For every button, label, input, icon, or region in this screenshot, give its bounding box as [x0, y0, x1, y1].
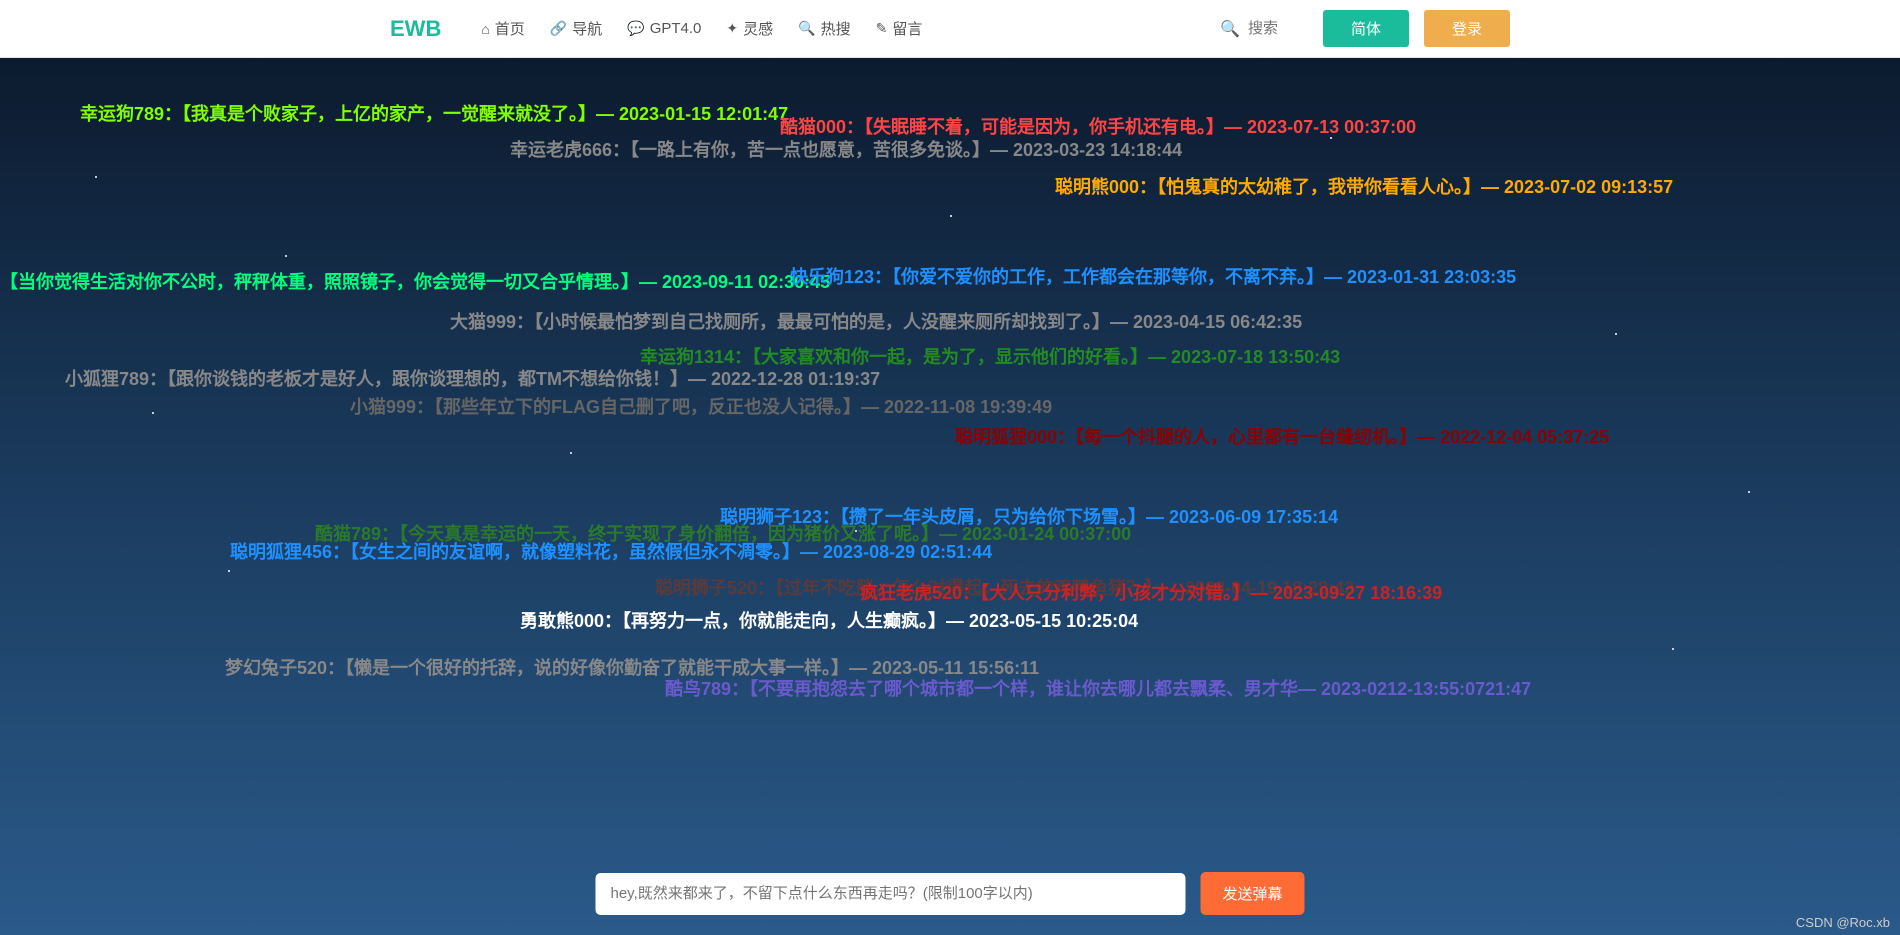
nav-label: 灵感	[743, 18, 773, 39]
nav-inspiration[interactable]: ✦ 灵感	[726, 18, 773, 39]
main-nav: ⌂ 首页 🔗 导航 💬 GPT4.0 ✦ 灵感 🔍 热搜 ✎ 留言	[481, 18, 922, 39]
nav-home[interactable]: ⌂ 首页	[481, 18, 524, 39]
danmu-item: 幸运老虎666：【一路上有你，苦一点也愿意，苦很多免谈。】— 2023-03-2…	[510, 136, 1182, 162]
danmu-item: 大猫999：【小时候最怕梦到自己找厕所，最最可怕的是，人没醒来厕所却找到了。】—…	[450, 308, 1302, 334]
header-bar: EWB ⌂ 首页 🔗 导航 💬 GPT4.0 ✦ 灵感 🔍 热搜 ✎ 留言 🔍	[0, 0, 1900, 58]
nav-label: 留言	[892, 18, 922, 39]
search-input[interactable]	[1248, 20, 1308, 37]
danmu-item: 酷鸟789：【不要再抱怨去了哪个城市都一个样，谁让你去哪儿都去飘柔、男才华— 2…	[665, 675, 1531, 701]
nav-hotsearch[interactable]: 🔍 热搜	[798, 18, 850, 39]
header-right: 🔍 简体 登录	[1220, 10, 1510, 47]
nav-label: 导航	[572, 18, 602, 39]
nav-label: GPT4.0	[650, 20, 702, 37]
logo[interactable]: EWB	[390, 16, 441, 42]
send-button[interactable]: 发送弹幕	[1200, 872, 1304, 915]
chat-icon: 💬	[627, 20, 644, 37]
nav-navigation[interactable]: 🔗 导航	[550, 18, 602, 39]
watermark: CSDN @Roc.xb	[1796, 915, 1890, 930]
danmu-item: 勇敢熊000：【再努力一点，你就能走向，人生癫疯。】— 2023-05-15 1…	[520, 607, 1138, 633]
nav-gpt[interactable]: 💬 GPT4.0	[627, 18, 701, 39]
message-input[interactable]	[595, 873, 1185, 915]
danmu-item: 小猫999：【那些年立下的FLAG自己删了吧，反正也没人记得。】— 2022-1…	[350, 393, 1052, 419]
search-icon: 🔍	[798, 20, 815, 37]
danmu-item: 聪明狐狸000：【每一个抖腿的人，心里都有一台缝纫机。】— 2022-12-04…	[955, 423, 1609, 449]
simplified-button[interactable]: 简体	[1323, 10, 1409, 47]
search-box[interactable]: 🔍	[1220, 19, 1308, 39]
danmu-item: 聪明狐狸456：【女生之间的友谊啊，就像塑料花，虽然假但永不凋零。】— 2023…	[230, 538, 992, 564]
danmu-item: 聪明熊000：【怕鬼真的太幼稚了，我带你看看人心。】— 2023-07-02 0…	[1055, 173, 1673, 199]
nav-label: 首页	[495, 18, 525, 39]
nav-message[interactable]: ✎ 留言	[876, 18, 923, 39]
edit-icon: ✎	[876, 20, 888, 37]
search-icon: 🔍	[1220, 19, 1240, 39]
login-button[interactable]: 登录	[1424, 10, 1510, 47]
spark-icon: ✦	[726, 20, 738, 37]
danmu-item: 疯狂老虎520：【大人只分利弊，小孩才分对错。】— 2023-09-27 18:…	[860, 579, 1442, 605]
nav-label: 热搜	[821, 18, 851, 39]
danmu-item: 小狐狸789：【跟你谈钱的老板才是好人，跟你谈理想的，都TM不想给你钱！】— 2…	[65, 365, 880, 391]
danmu-item: 快乐狗123：【你爱不爱你的工作，工作都会在那等你，不离不弃。】— 2023-0…	[790, 263, 1516, 289]
danmu-item: 【当你觉得生活对你不公时，秤秤体重，照照镜子，你会觉得一切又合乎情理。】— 20…	[0, 268, 830, 294]
danmu-area: 幸运狗789：【我真是个败家子，上亿的家产，一觉醒来就没了。】— 2023-01…	[0, 58, 1900, 845]
danmu-item: 幸运狗789：【我真是个败家子，上亿的家产，一觉醒来就没了。】— 2023-01…	[80, 100, 788, 126]
home-icon: ⌂	[481, 21, 489, 37]
footer-input-bar: 发送弹幕	[595, 872, 1304, 915]
link-icon: 🔗	[550, 20, 567, 37]
